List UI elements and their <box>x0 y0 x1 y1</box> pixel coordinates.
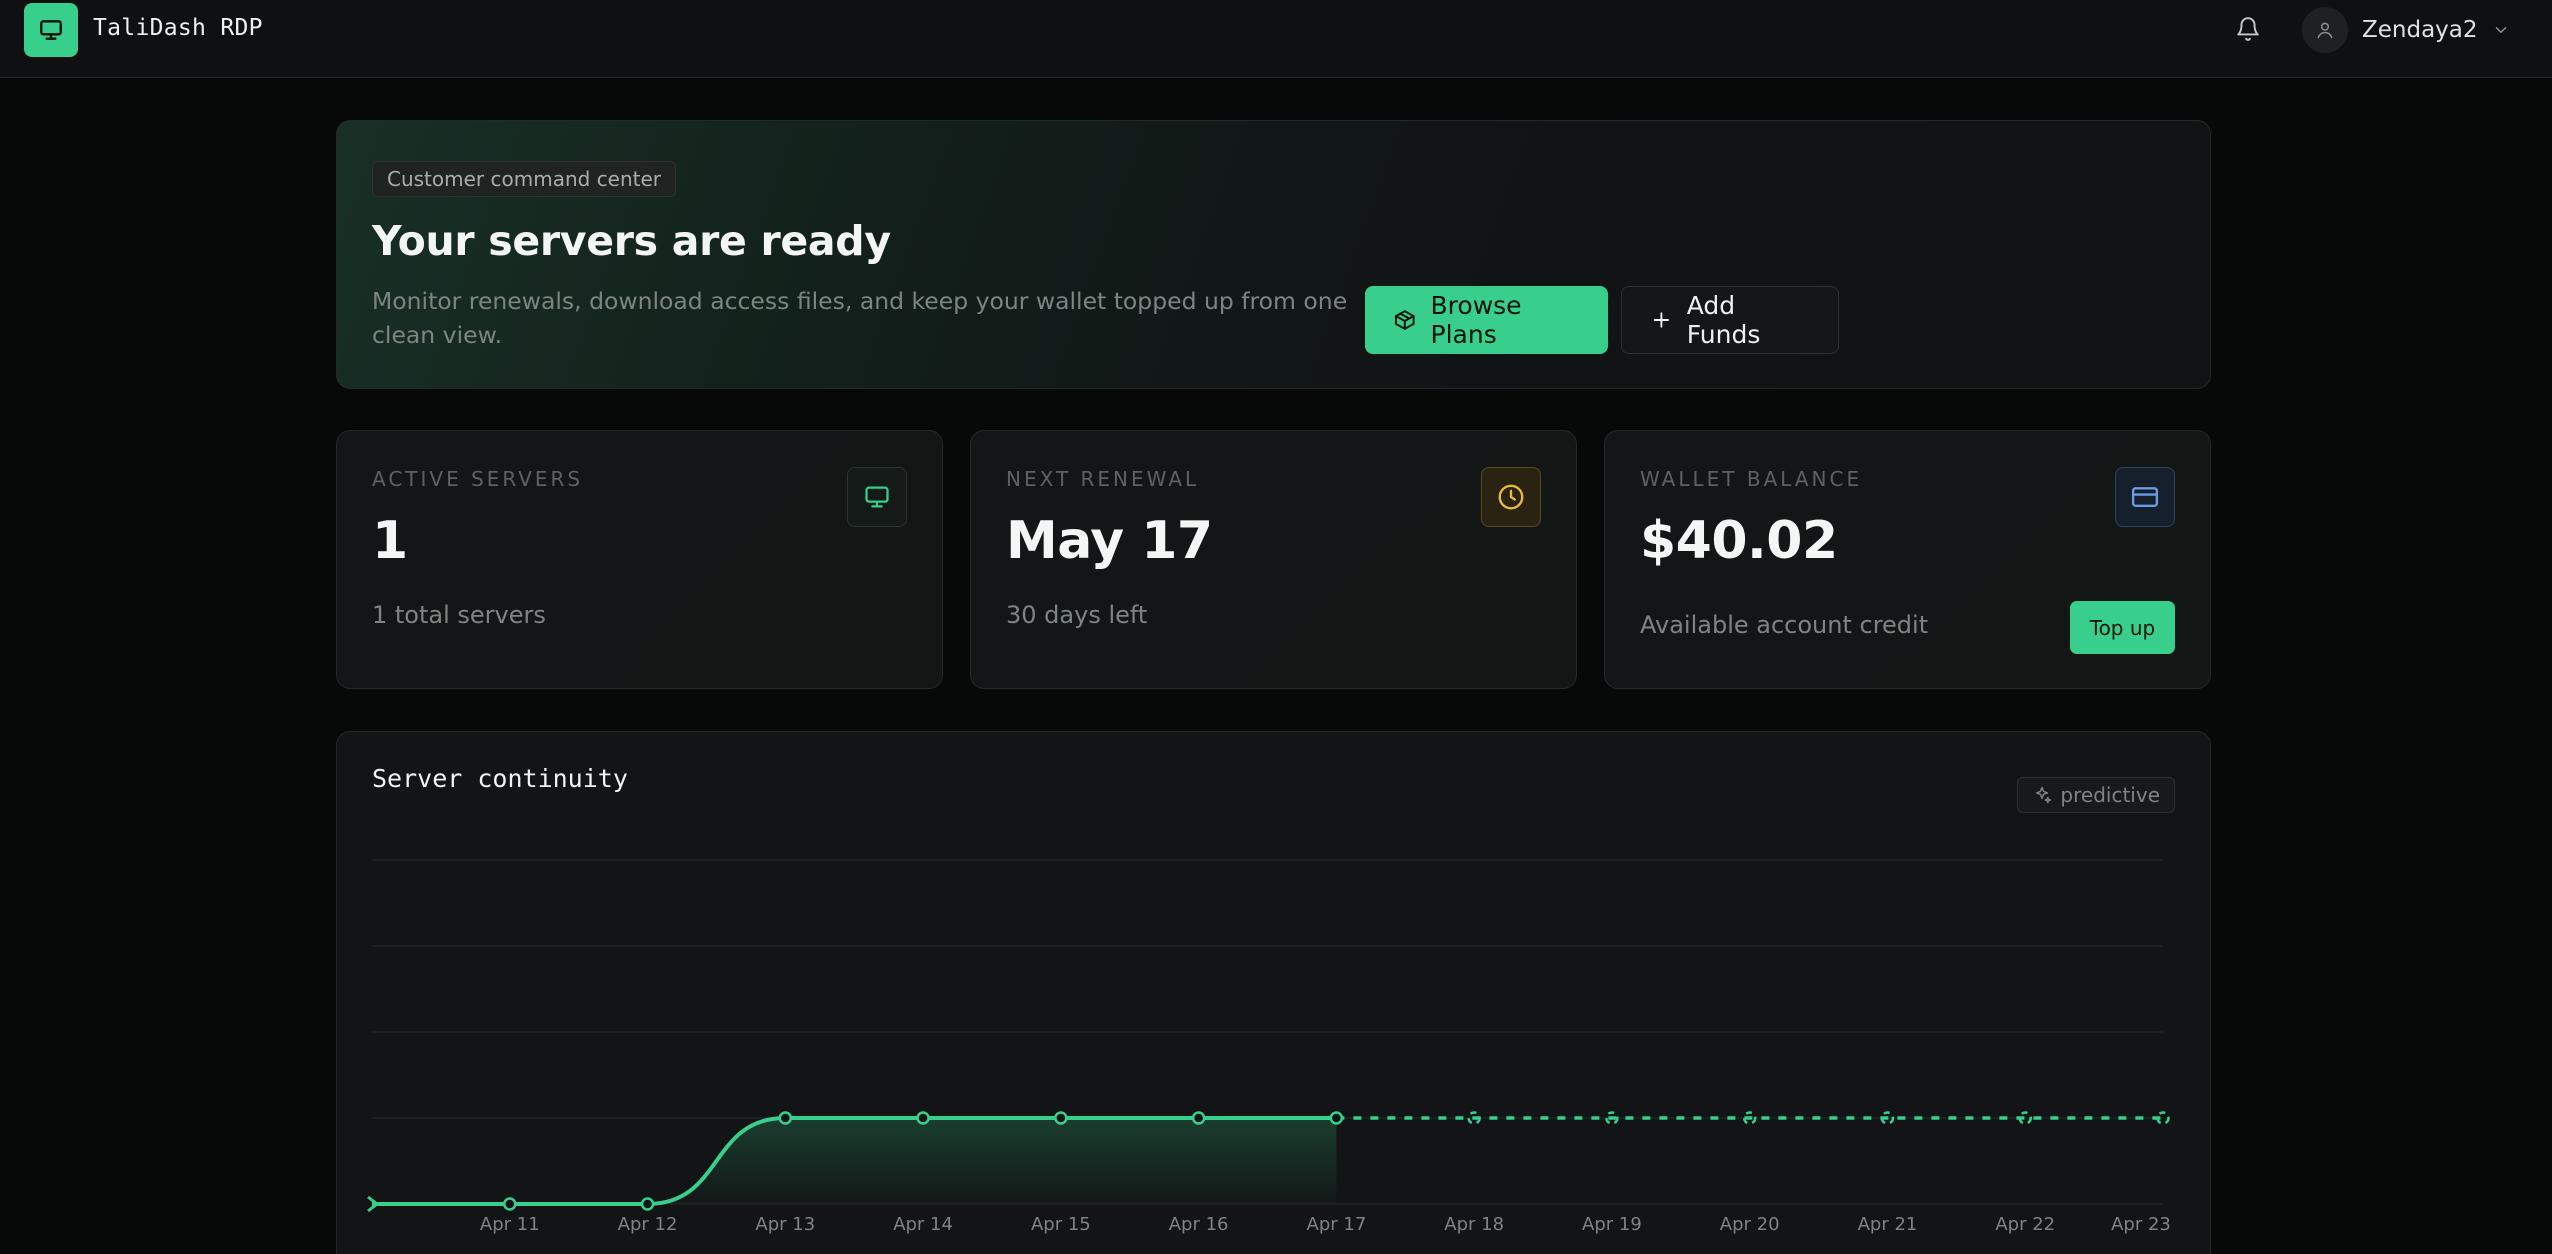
x-tick-label: Apr 15 <box>1031 1214 1091 1235</box>
data-point <box>778 1111 793 1125</box>
x-tick-label: Apr 20 <box>1720 1214 1780 1235</box>
data-point <box>1054 1111 1068 1125</box>
x-tick-label: Apr 13 <box>755 1214 815 1235</box>
hero-badge: Customer command center <box>372 161 677 197</box>
card-subtext: 1 total servers <box>372 601 546 629</box>
hero-title: Your servers are ready <box>372 217 891 265</box>
x-tick-label: Apr 18 <box>1444 1214 1504 1235</box>
x-tick-label: Apr 11 <box>480 1214 540 1235</box>
wallet-balance-card: WALLET BALANCE $40.02 Available account … <box>1604 430 2211 689</box>
server-continuity-panel: Server continuity predictive Apr 11 Apr 1… <box>336 731 2211 1254</box>
user-menu[interactable]: Zendaya2 <box>2302 3 2510 57</box>
credit-card-icon <box>2131 487 2159 507</box>
app-logo[interactable] <box>24 3 78 57</box>
browse-plans-button[interactable]: Browse Plans <box>1365 286 1608 354</box>
monitor-icon <box>40 20 62 40</box>
monitor-icon <box>865 486 889 508</box>
brand-name[interactable]: TaliDash RDP <box>93 15 263 41</box>
next-renewal-card: NEXT RENEWAL May 17 30 days left <box>970 430 1577 689</box>
card-subtext: Available account credit <box>1640 611 1929 639</box>
x-tick-label: Apr 17 <box>1307 1214 1367 1235</box>
card-icon-box <box>847 467 907 527</box>
card-label: WALLET BALANCE <box>1640 467 1863 491</box>
bell-icon <box>2237 17 2259 41</box>
browse-plans-label: Browse Plans <box>1430 291 1522 349</box>
clock-icon <box>1498 484 1524 510</box>
notifications-button[interactable] <box>2233 14 2263 44</box>
data-point <box>503 1197 517 1211</box>
x-tick-label: Apr 22 <box>1995 1214 2055 1235</box>
continuity-chart: Apr 11 Apr 12 Apr 13 Apr 14 Apr 15 Apr 16 Apr … <box>367 859 2171 1235</box>
x-tick-label: Apr 16 <box>1169 1214 1229 1235</box>
card-subtext: 30 days left <box>1006 601 1148 629</box>
card-value: 1 <box>372 511 408 571</box>
data-point <box>1191 1111 1206 1125</box>
card-label: ACTIVE SERVERS <box>372 467 584 491</box>
avatar <box>2302 7 2348 53</box>
hero-panel: Customer command center Your servers are… <box>336 120 2211 389</box>
active-servers-card: ACTIVE SERVERS 1 1 total servers <box>336 430 943 689</box>
data-point <box>640 1197 655 1211</box>
series-area <box>647 1118 1337 1204</box>
card-value: $40.02 <box>1640 511 1838 571</box>
hero-description: Monitor renewals, download access files,… <box>372 287 1348 349</box>
user-icon <box>2317 22 2333 39</box>
card-value: May 17 <box>1006 511 1213 571</box>
card-icon-box <box>2115 467 2175 527</box>
chevron-down-icon <box>2495 27 2506 33</box>
x-tick-label: Apr 21 <box>1858 1214 1918 1235</box>
add-funds-button[interactable]: Add Funds <box>1621 286 1839 354</box>
plus-icon <box>1653 312 1669 328</box>
add-funds-label: Add Funds <box>1686 291 1761 349</box>
top-bar: TaliDash RDP Zendaya2 <box>0 0 2552 78</box>
x-tick-label: Apr 23 <box>2111 1214 2171 1235</box>
top-up-button[interactable]: Top up <box>2070 601 2175 654</box>
card-icon-box <box>1481 467 1541 527</box>
x-tick-label: Apr 12 <box>618 1214 678 1235</box>
data-point <box>1329 1111 1344 1125</box>
data-point <box>916 1111 930 1125</box>
x-tick-label: Apr 19 <box>1582 1214 1642 1235</box>
x-tick-label: Apr 14 <box>893 1214 953 1235</box>
card-label: NEXT RENEWAL <box>1006 467 1200 491</box>
username: Zendaya2 <box>2362 17 2478 43</box>
package-icon <box>1394 310 1415 330</box>
